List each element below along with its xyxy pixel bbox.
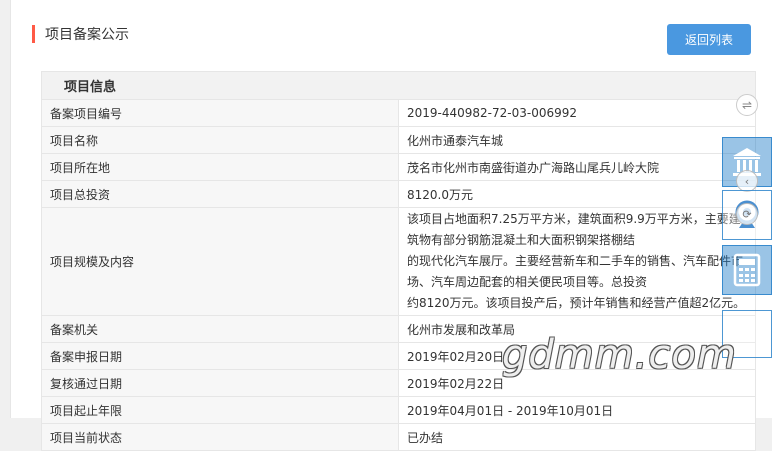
table-row: 项目规模及内容 该项目占地面积7.25万平方米，建筑面积9.9万平方米，主要建筑… bbox=[41, 207, 756, 316]
row-value: 已办结 bbox=[398, 423, 756, 451]
row-label: 项目所在地 bbox=[41, 153, 399, 181]
title-accent-bar bbox=[32, 25, 35, 43]
row-label: 项目当前状态 bbox=[41, 423, 399, 451]
row-value: 化州市通泰汽车城 bbox=[398, 126, 756, 154]
row-label: 项目规模及内容 bbox=[41, 207, 399, 316]
watermark: gdmm.com bbox=[502, 332, 737, 378]
scale-line-1: 该项目占地面积7.25万平方米，建筑面积9.9万平方米，主要建筑物有部分钢筋混凝… bbox=[407, 212, 741, 247]
section-header-row: 项目信息 bbox=[41, 71, 756, 100]
scale-line-2: 的现代化汽车展厅。主要经营新车和二手车的销售、汽车配件市场、汽车周边配套的相关便… bbox=[407, 254, 744, 289]
chevron-left-icon[interactable]: ‹ bbox=[736, 170, 758, 192]
row-label: 项目名称 bbox=[41, 126, 399, 154]
row-value: 2019-440982-72-03-006992 bbox=[398, 99, 756, 127]
table-row: 项目当前状态 已办结 bbox=[41, 423, 756, 451]
calculator-button[interactable] bbox=[722, 245, 772, 295]
row-value: 茂名市化州市南盛街道办广海路山尾兵儿岭大院 bbox=[398, 153, 756, 181]
row-label: 备案机关 bbox=[41, 315, 399, 343]
row-label: 备案申报日期 bbox=[41, 342, 399, 370]
table-row: 项目名称 化州市通泰汽车城 bbox=[41, 126, 756, 154]
row-label: 备案项目编号 bbox=[41, 99, 399, 127]
page-title: 项目备案公示 bbox=[45, 27, 129, 43]
table-row: 备案项目编号 2019-440982-72-03-006992 bbox=[41, 99, 756, 127]
section-header: 项目信息 bbox=[41, 71, 756, 100]
row-label: 复核通过日期 bbox=[41, 369, 399, 397]
calculator-icon bbox=[733, 253, 761, 287]
table-row: 项目总投资 8120.0万元 bbox=[41, 180, 756, 208]
swap-arrows-icon[interactable]: ⇌ bbox=[736, 94, 758, 116]
row-value-multiline: 该项目占地面积7.25万平方米，建筑面积9.9万平方米，主要建筑物有部分钢筋混凝… bbox=[398, 207, 756, 316]
row-value: 2019年04月01日 - 2019年10月01日 bbox=[398, 396, 756, 424]
table-row: 项目起止年限 2019年04月01日 - 2019年10月01日 bbox=[41, 396, 756, 424]
row-value: 8120.0万元 bbox=[398, 180, 756, 208]
table-row: 项目所在地 茂名市化州市南盛街道办广海路山尾兵儿岭大院 bbox=[41, 153, 756, 181]
scale-line-3: 约8120万元。该项目投产后，预计年销售和经营产值超2亿元。 bbox=[407, 296, 746, 310]
row-label: 项目起止年限 bbox=[41, 396, 399, 424]
row-label: 项目总投资 bbox=[41, 180, 399, 208]
back-to-list-button[interactable]: 返回列表 bbox=[667, 24, 751, 55]
project-info-table: 项目信息 备案项目编号 2019-440982-72-03-006992 项目名… bbox=[41, 71, 756, 451]
page-title-bar: 项目备案公示 bbox=[32, 24, 129, 44]
refresh-icon[interactable]: ⟳ bbox=[736, 203, 758, 225]
